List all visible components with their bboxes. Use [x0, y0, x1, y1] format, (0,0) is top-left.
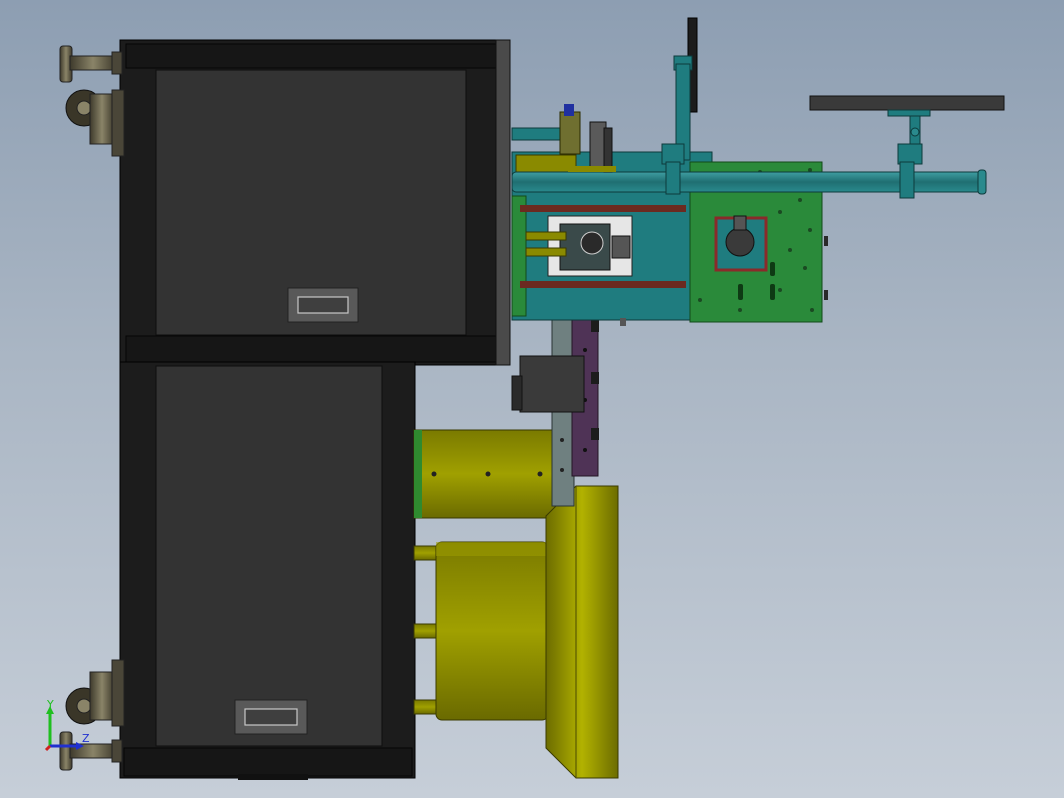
upper-cabinet-top-rail	[125, 43, 497, 69]
motor-box[interactable]	[511, 355, 585, 413]
upper-drawer-handle-slot	[297, 296, 349, 314]
lower-cabinet-panel	[155, 365, 383, 747]
triad-x-axis	[44, 744, 52, 752]
main-shaft[interactable]	[511, 169, 987, 195]
lower-drawer-handle-slot	[244, 708, 298, 726]
cylinder-body[interactable]	[435, 541, 549, 721]
leveling-foot-top[interactable]	[59, 45, 123, 83]
cabinet-base-foot	[238, 774, 308, 780]
support-rods	[413, 545, 439, 715]
upper-cabinet-bottom-rail	[125, 335, 497, 363]
olive-mount-block[interactable]	[413, 429, 561, 519]
triad-z-label: Z	[82, 732, 90, 745]
flange-disc[interactable]	[545, 485, 619, 779]
triad-y-label: Y	[46, 698, 54, 711]
adjuster-screw	[620, 318, 626, 326]
caster-wheel-top[interactable]	[65, 89, 125, 157]
upper-cabinet-side-plate	[495, 39, 511, 366]
cad-viewport[interactable]	[0, 0, 1064, 798]
coordinate-triad[interactable]: Y Z	[40, 698, 100, 758]
lower-cabinet-bottom-rail	[123, 747, 413, 777]
